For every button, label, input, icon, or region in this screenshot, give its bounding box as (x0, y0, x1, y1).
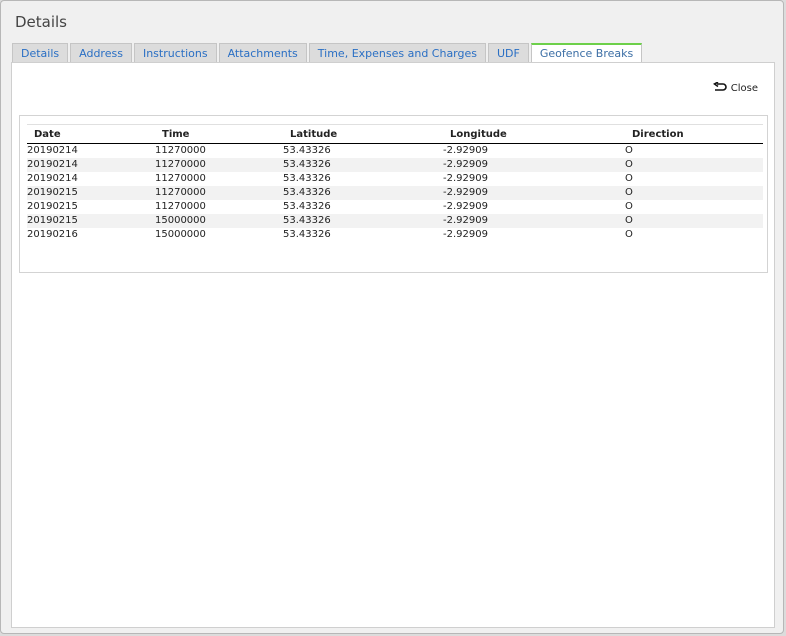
table-row[interactable]: 20190214 11270000 53.43326 -2.92909 O (27, 172, 763, 186)
tab-geofence-breaks[interactable]: Geofence Breaks (530, 43, 643, 63)
table-row[interactable]: 20190215 15000000 53.43326 -2.92909 O (27, 214, 763, 228)
cell-date: 20190215 (27, 186, 155, 200)
cell-direction: O (625, 173, 633, 184)
table-row[interactable]: 20190215 11270000 53.43326 -2.92909 O (27, 186, 763, 200)
cell-time: 11270000 (155, 173, 206, 184)
undo-arrow-icon (712, 81, 727, 94)
tab-details[interactable]: Details (12, 43, 69, 62)
cell-time: 11270000 (155, 158, 283, 172)
dialog-title: Details (15, 13, 68, 31)
cell-direction: O (625, 186, 763, 200)
cell-time: 15000000 (155, 214, 283, 228)
table-header-row: Date Time Latitude Longitude Direction (27, 124, 763, 144)
cell-date: 20190215 (27, 214, 155, 228)
table-row[interactable]: 20190214 11270000 53.43326 -2.92909 O (27, 144, 763, 159)
cell-longitude: -2.92909 (443, 186, 625, 200)
cell-date: 20190216 (27, 229, 78, 240)
cell-longitude: -2.92909 (443, 214, 625, 228)
column-header-longitude[interactable]: Longitude (443, 124, 625, 144)
cell-direction: O (625, 201, 633, 212)
cell-time: 15000000 (155, 229, 206, 240)
close-button[interactable]: Close (712, 81, 758, 94)
geofence-breaks-panel: Close Date Time Latitude Longitude Direc… (11, 62, 775, 628)
table-row[interactable]: 20190214 11270000 53.43326 -2.92909 O (27, 158, 763, 172)
cell-longitude: -2.92909 (443, 158, 625, 172)
column-header-direction[interactable]: Direction (625, 124, 763, 144)
table-row[interactable]: 20190216 15000000 53.43326 -2.92909 O (27, 228, 763, 242)
column-header-time[interactable]: Time (155, 124, 283, 144)
cell-direction: O (625, 229, 633, 240)
column-header-date[interactable]: Date (27, 124, 155, 144)
tab-udf[interactable]: UDF (488, 43, 529, 62)
tab-attachments[interactable]: Attachments (218, 43, 307, 62)
cell-direction: O (625, 145, 633, 156)
details-dialog: Details Details Address Instructions Att… (0, 0, 784, 634)
cell-date: 20190214 (27, 145, 78, 156)
tab-address[interactable]: Address (70, 43, 132, 62)
cell-longitude: -2.92909 (443, 201, 488, 212)
cell-direction: O (625, 158, 763, 172)
cell-longitude: -2.92909 (443, 229, 488, 240)
cell-latitude: 53.43326 (283, 158, 443, 172)
cell-time: 11270000 (155, 186, 283, 200)
geofence-table: Date Time Latitude Longitude Direction 2… (27, 124, 763, 242)
tab-bar: Details Address Instructions Attachments… (12, 43, 643, 63)
geofence-grid: Date Time Latitude Longitude Direction 2… (19, 115, 768, 273)
table-row[interactable]: 20190215 11270000 53.43326 -2.92909 O (27, 200, 763, 214)
cell-date: 20190214 (27, 158, 155, 172)
cell-latitude: 53.43326 (283, 229, 331, 240)
tab-instructions[interactable]: Instructions (133, 43, 217, 62)
column-header-latitude[interactable]: Latitude (283, 124, 443, 144)
cell-time: 11270000 (155, 201, 206, 212)
cell-latitude: 53.43326 (283, 214, 443, 228)
cell-latitude: 53.43326 (283, 186, 443, 200)
cell-time: 11270000 (155, 145, 206, 156)
cell-date: 20190215 (27, 201, 78, 212)
close-label: Close (730, 82, 758, 94)
cell-latitude: 53.43326 (283, 145, 331, 156)
cell-longitude: -2.92909 (443, 173, 488, 184)
tab-time-expenses-charges[interactable]: Time, Expenses and Charges (308, 43, 486, 62)
cell-longitude: -2.92909 (443, 145, 488, 156)
cell-direction: O (625, 214, 763, 228)
cell-latitude: 53.43326 (283, 173, 331, 184)
cell-date: 20190214 (27, 173, 78, 184)
cell-latitude: 53.43326 (283, 201, 331, 212)
